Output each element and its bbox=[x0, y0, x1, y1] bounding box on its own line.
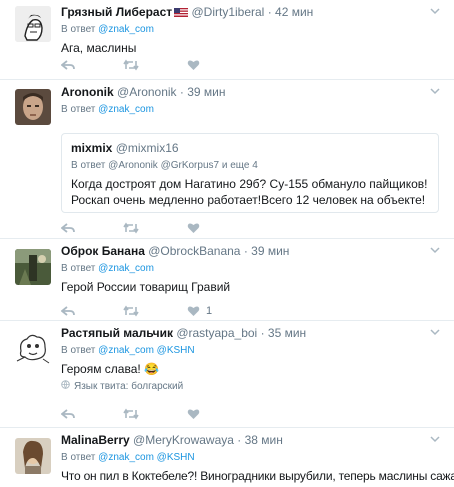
reply-mention[interactable]: @znak_com @KSHN bbox=[98, 345, 194, 356]
timestamp[interactable]: 39 мин bbox=[251, 244, 289, 258]
reply-prefix: В ответ bbox=[61, 263, 96, 274]
tweet-item[interactable]: Растяпый мальчик @rastyapa_boi · 35 мин … bbox=[0, 321, 454, 428]
avatar[interactable] bbox=[15, 249, 51, 285]
quoted-reply-context: В ответ @Arononik @GrKorpus7 и еще 4 bbox=[71, 159, 429, 173]
quoted-user-handle: @mixmix16 bbox=[115, 141, 179, 155]
reply-prefix: В ответ bbox=[61, 345, 96, 356]
avatar[interactable] bbox=[15, 331, 51, 367]
tweet-header: Arononik @Arononik · 39 мин bbox=[61, 85, 444, 100]
tweet-text: Героям слава! 😂 bbox=[61, 362, 159, 376]
tweet-item[interactable]: MalinaBerry @MeryKrowawaya · 38 мин В от… bbox=[0, 428, 454, 487]
display-name[interactable]: Грязный Либераст bbox=[61, 5, 172, 19]
chevron-down-icon[interactable] bbox=[430, 243, 440, 254]
reply-prefix: В ответ bbox=[61, 452, 96, 463]
separator-dot: · bbox=[243, 244, 248, 258]
reply-icon[interactable] bbox=[61, 407, 75, 421]
reply-mention[interactable]: @znak_com bbox=[98, 263, 154, 274]
language-label: Язык твита: болгарский bbox=[74, 380, 184, 392]
reply-context: В ответ @znak_com bbox=[61, 262, 444, 276]
user-handle[interactable]: @rastyapa_boi bbox=[176, 326, 257, 340]
retweet-icon[interactable] bbox=[123, 221, 139, 235]
retweet-icon[interactable] bbox=[123, 304, 139, 318]
reply-icon[interactable] bbox=[61, 304, 75, 318]
reply-context: В ответ @znak_com @KSHN bbox=[61, 344, 444, 358]
timestamp[interactable]: 35 мин bbox=[268, 326, 306, 340]
us-flag-icon bbox=[174, 6, 189, 17]
tweet-item[interactable]: Грязный Либераст @Dirty1iberal · 42 мин … bbox=[0, 0, 454, 80]
like-button[interactable]: 1 bbox=[187, 304, 212, 318]
separator-dot: · bbox=[267, 5, 272, 19]
tweet-header: Грязный Либераст @Dirty1iberal · 42 мин bbox=[61, 5, 444, 20]
quoted-tweet[interactable]: mixmix @mixmix16 В ответ @Arononik @GrKo… bbox=[61, 133, 439, 213]
retweet-icon[interactable] bbox=[123, 58, 139, 72]
like-count: 1 bbox=[206, 305, 213, 317]
like-icon[interactable] bbox=[187, 221, 200, 235]
tweet-text: Ага, маслины bbox=[61, 41, 137, 55]
user-handle[interactable]: @ObrockBanana bbox=[148, 244, 240, 258]
tweet-item[interactable]: Arononik @Arononik · 39 мин В ответ @zna… bbox=[0, 80, 454, 239]
quoted-display-name: mixmix bbox=[71, 141, 113, 155]
separator-dot: · bbox=[237, 433, 242, 447]
globe-icon bbox=[61, 380, 74, 392]
display-name[interactable]: Оброк Банана bbox=[61, 244, 145, 258]
chevron-down-icon[interactable] bbox=[430, 4, 440, 15]
chevron-down-icon[interactable] bbox=[430, 84, 440, 95]
tweet-item[interactable]: Оброк Банана @ObrockBanana · 39 мин В от… bbox=[0, 239, 454, 321]
user-handle[interactable]: @Arononik bbox=[117, 85, 177, 99]
avatar[interactable] bbox=[15, 438, 51, 474]
avatar[interactable] bbox=[15, 89, 51, 125]
quoted-tweet-text: Когда достроят дом Нагатино 29б? Су-155 … bbox=[71, 177, 428, 207]
timestamp[interactable]: 42 мин bbox=[275, 5, 313, 19]
display-name[interactable]: MalinaBerry bbox=[61, 433, 130, 447]
reply-context: В ответ @znak_com bbox=[61, 23, 444, 37]
tweet-header: Оброк Банана @ObrockBanana · 39 мин bbox=[61, 244, 444, 259]
reply-prefix: В ответ bbox=[61, 104, 96, 115]
tweet-header: Растяпый мальчик @rastyapa_boi · 35 мин bbox=[61, 326, 444, 341]
reply-icon[interactable] bbox=[61, 58, 75, 72]
tweet-text: Герой России товарищ Гравий bbox=[61, 280, 231, 294]
tweet-text: Что он пил в Коктебеле?! Виноградники вы… bbox=[61, 469, 454, 483]
language-note[interactable]: Язык твита: болгарский bbox=[61, 380, 444, 392]
separator-dot: · bbox=[179, 85, 184, 99]
tweet-feed: Грязный Либераст @Dirty1iberal · 42 мин … bbox=[0, 0, 454, 487]
reply-mention[interactable]: @znak_com bbox=[98, 104, 154, 115]
like-icon bbox=[187, 305, 200, 317]
reply-context: В ответ @znak_com bbox=[61, 103, 444, 117]
timestamp[interactable]: 38 мин bbox=[245, 433, 283, 447]
reply-mention: @Arononik @GrKorpus7 и еще 4 bbox=[108, 160, 258, 171]
retweet-icon[interactable] bbox=[123, 407, 139, 421]
separator-dot: · bbox=[260, 326, 265, 340]
avatar[interactable] bbox=[15, 6, 51, 42]
tweet-actions bbox=[61, 221, 248, 235]
reply-context: В ответ @znak_com @KSHN bbox=[61, 451, 444, 465]
user-handle[interactable]: @Dirty1iberal bbox=[191, 5, 264, 19]
display-name[interactable]: Растяпый мальчик bbox=[61, 326, 173, 340]
quoted-tweet-header: mixmix @mixmix16 bbox=[71, 141, 429, 156]
chevron-down-icon[interactable] bbox=[430, 432, 440, 443]
chevron-down-icon[interactable] bbox=[430, 325, 440, 336]
tweet-actions: 1 bbox=[61, 304, 260, 318]
tweet-header: MalinaBerry @MeryKrowawaya · 38 мин bbox=[61, 433, 444, 448]
reply-icon[interactable] bbox=[61, 221, 75, 235]
like-icon[interactable] bbox=[187, 58, 200, 72]
reply-prefix: В ответ bbox=[71, 160, 106, 171]
reply-mention[interactable]: @znak_com bbox=[98, 24, 154, 35]
tweet-actions bbox=[61, 58, 248, 72]
like-icon[interactable] bbox=[187, 407, 200, 421]
reply-prefix: В ответ bbox=[61, 24, 96, 35]
reply-mention[interactable]: @znak_com @KSHN bbox=[98, 452, 194, 463]
timestamp[interactable]: 39 мин bbox=[187, 85, 225, 99]
tweet-actions bbox=[61, 407, 248, 421]
user-handle[interactable]: @MeryKrowawaya bbox=[133, 433, 234, 447]
display-name[interactable]: Arononik bbox=[61, 85, 114, 99]
